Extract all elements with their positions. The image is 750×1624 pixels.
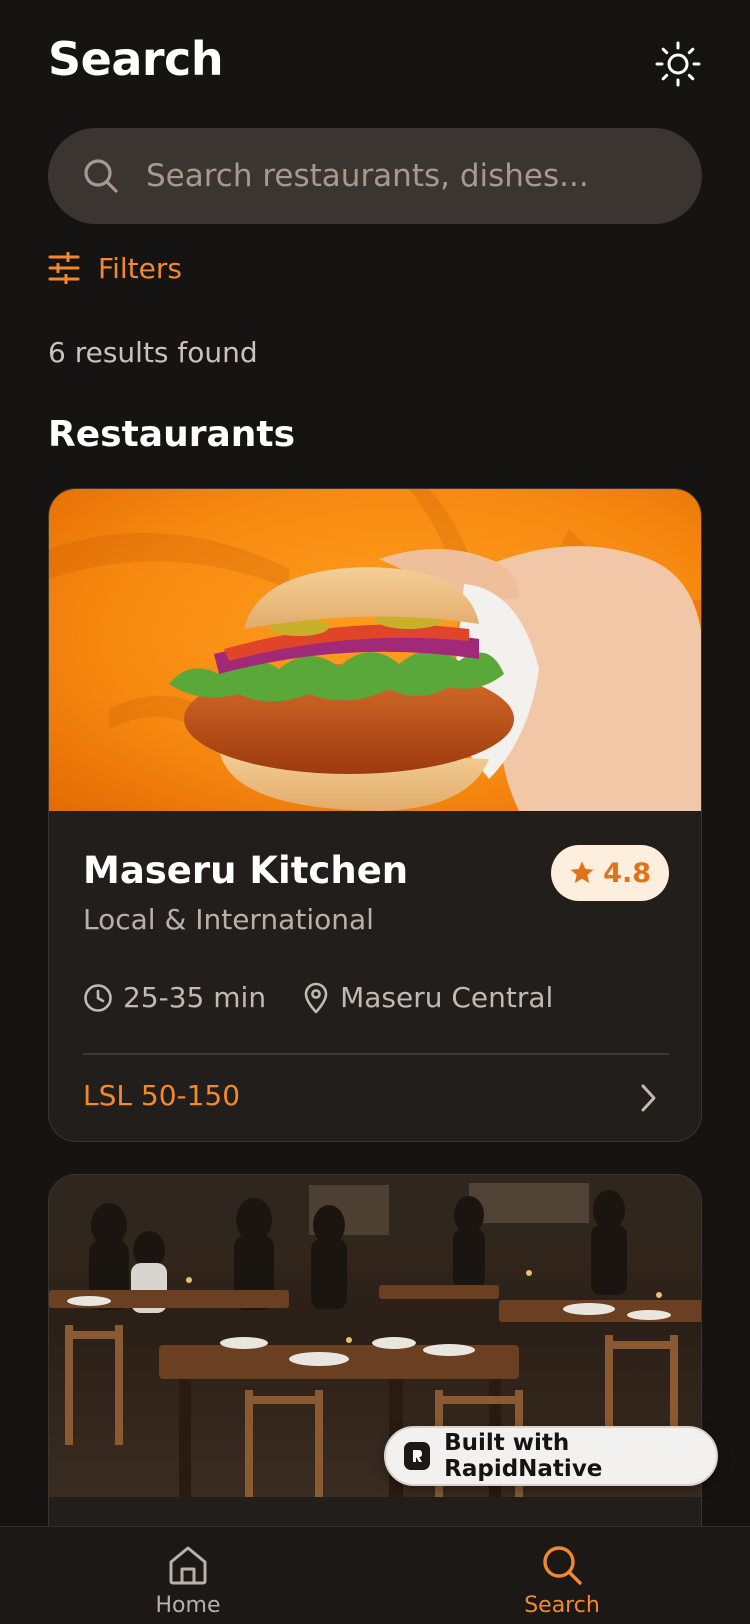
sliders-icon bbox=[48, 252, 80, 284]
clock-icon bbox=[84, 983, 112, 1012]
delivery-time: 25-35 min bbox=[83, 981, 266, 1014]
built-with-badge[interactable]: Built with RapidNative bbox=[384, 1426, 718, 1486]
restaurant-cuisine: Local & International bbox=[83, 903, 374, 936]
search-bar[interactable] bbox=[48, 128, 702, 224]
rating-badge: 4.8 bbox=[551, 845, 669, 901]
filters-button[interactable]: Filters bbox=[48, 246, 182, 290]
search-screen: Search Search restaurants, dishes... Fil… bbox=[0, 0, 750, 1624]
theme-toggle-button[interactable] bbox=[652, 38, 704, 90]
results-count: 6 results found bbox=[48, 336, 258, 369]
nav-item-home[interactable]: Home bbox=[118, 1543, 258, 1618]
home-icon bbox=[169, 1546, 207, 1585]
nav-label-search: Search bbox=[524, 1593, 600, 1618]
page-title: Search bbox=[48, 32, 224, 86]
nav-item-search[interactable]: Search bbox=[492, 1543, 632, 1618]
built-with-text: Built with RapidNative bbox=[444, 1430, 603, 1482]
bottom-nav: Home Search bbox=[0, 1526, 750, 1624]
search-icon bbox=[543, 1546, 582, 1585]
star-icon bbox=[570, 861, 594, 883]
rating-value: 4.8 bbox=[603, 857, 651, 889]
divider bbox=[83, 1053, 669, 1055]
burger-photo bbox=[49, 489, 701, 811]
restaurant-name: Maseru Kitchen bbox=[83, 849, 409, 892]
section-title-restaurants: Restaurants bbox=[48, 414, 296, 455]
nav-label-home: Home bbox=[155, 1593, 221, 1618]
sun-icon bbox=[655, 41, 701, 87]
location: Maseru Central bbox=[302, 981, 553, 1014]
price-range: LSL 50-150 bbox=[83, 1079, 241, 1112]
search-icon bbox=[82, 157, 120, 195]
filters-label: Filters bbox=[98, 251, 182, 285]
restaurant-card[interactable]: Maseru Kitchen Local & International 4.8… bbox=[48, 488, 702, 1142]
map-pin-icon bbox=[304, 982, 328, 1013]
chevron-right-icon bbox=[641, 1084, 656, 1112]
search-input[interactable] bbox=[146, 146, 702, 206]
restaurant-meta: 25-35 min Maseru Central bbox=[83, 981, 553, 1014]
rapidnative-logo-icon bbox=[404, 1442, 431, 1470]
